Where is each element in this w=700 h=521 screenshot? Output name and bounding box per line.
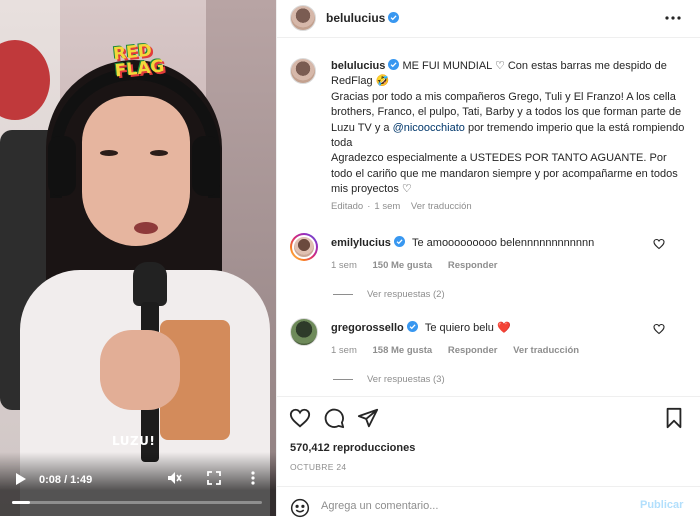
- view-replies-label: Ver respuestas (2): [367, 289, 445, 300]
- more-vertical-icon[interactable]: [245, 470, 261, 486]
- post-header: belulucius: [277, 0, 700, 38]
- comment-likes[interactable]: 158 Me gusta: [373, 345, 433, 356]
- comment-likes[interactable]: 150 Me gusta: [373, 260, 433, 271]
- caption-avatar[interactable]: [290, 58, 316, 84]
- video-controls: 0:08 / 1:49: [0, 452, 276, 516]
- heart-icon[interactable]: [289, 407, 311, 429]
- instagram-post-modal: RED FLAG LUZU! 0:08 / 1:49 belulucius be…: [0, 0, 700, 518]
- video-player[interactable]: RED FLAG LUZU! 0:08 / 1:49: [0, 0, 276, 516]
- caption-username[interactable]: belulucius: [331, 60, 385, 72]
- view-replies-link[interactable]: Ver respuestas (2): [333, 289, 445, 300]
- comment-meta: 1 sem 150 Me gusta Responder: [331, 260, 510, 271]
- more-horizontal-icon[interactable]: [663, 10, 683, 26]
- caption-age: 1 sem: [374, 201, 401, 212]
- avatar[interactable]: [290, 233, 318, 261]
- video-progress-bar[interactable]: [12, 501, 262, 504]
- share-icon[interactable]: [357, 407, 379, 429]
- comment-meta: 1 sem 158 Me gusta Responder Ver traducc…: [331, 345, 592, 356]
- comment-input[interactable]: [321, 497, 611, 515]
- post-date: OCTUBRE 24: [290, 462, 347, 472]
- comment-username[interactable]: emilylucius: [331, 237, 391, 249]
- verified-badge-icon: [388, 12, 400, 23]
- play-icon[interactable]: [15, 472, 27, 486]
- verified-badge-icon: [406, 321, 418, 332]
- view-count[interactable]: 570,412 reproducciones: [290, 442, 415, 454]
- verified-badge-icon: [393, 236, 405, 247]
- comment-composer: Publicar: [277, 486, 700, 518]
- avatar[interactable]: [290, 5, 316, 31]
- comment-age: 1 sem: [331, 345, 357, 356]
- header-username[interactable]: belulucius: [326, 11, 385, 25]
- heart-outline-icon[interactable]: [653, 238, 665, 250]
- post-caption: belulucius ME FUI MUNDIAL ♡ Con estas ba…: [331, 59, 691, 198]
- video-time: 0:08 / 1:49: [39, 474, 93, 486]
- post-details-panel: belulucius belulucius ME FUI MUNDIAL ♡ C…: [276, 0, 700, 518]
- comment-text: Te quiero belu ❤️: [424, 322, 511, 334]
- comment-username[interactable]: gregorossello: [331, 322, 404, 334]
- view-replies-link[interactable]: Ver respuestas (3): [333, 374, 445, 385]
- video-progress-fill: [12, 501, 30, 504]
- edited-label: Editado: [331, 201, 364, 212]
- bookmark-icon[interactable]: [663, 407, 685, 429]
- emoji-icon[interactable]: [290, 498, 310, 518]
- mention-link[interactable]: @nicoocchiato: [393, 122, 465, 134]
- translate-link[interactable]: Ver traducción: [513, 345, 579, 356]
- comment-text: Te amooooooooo belennnnnnnnnnnn: [411, 237, 595, 249]
- comment-icon[interactable]: [323, 407, 345, 429]
- verified-badge-icon: [388, 59, 400, 70]
- caption-meta: Editado · 1 sem Ver traducción: [331, 201, 472, 212]
- heart-outline-icon[interactable]: [653, 323, 665, 335]
- caption-line-3: Agradezco especialmente a USTEDES POR TA…: [331, 152, 678, 196]
- avatar[interactable]: [290, 318, 318, 346]
- luzu-watermark: LUZU!: [112, 434, 156, 448]
- redflag-logo: RED FLAG: [112, 40, 166, 82]
- reply-button[interactable]: Responder: [448, 345, 498, 356]
- comment-age: 1 sem: [331, 260, 357, 271]
- reply-button[interactable]: Responder: [448, 260, 498, 271]
- post-button[interactable]: Publicar: [640, 499, 683, 511]
- translate-link[interactable]: Ver traducción: [411, 201, 472, 212]
- video-frame: RED FLAG LUZU!: [0, 0, 276, 516]
- volume-muted-icon[interactable]: [166, 470, 182, 486]
- fullscreen-icon[interactable]: [207, 471, 221, 485]
- view-replies-label: Ver respuestas (3): [367, 374, 445, 385]
